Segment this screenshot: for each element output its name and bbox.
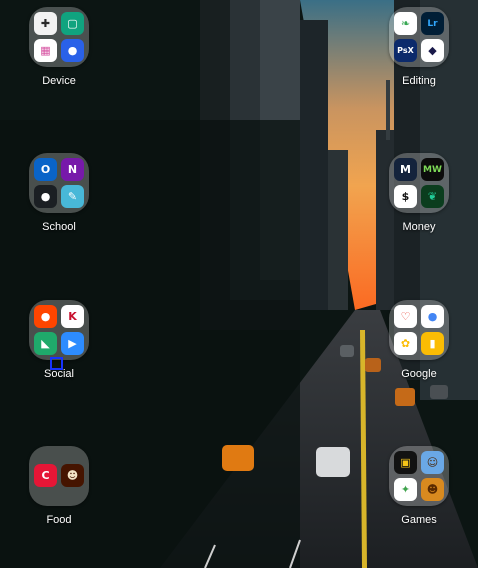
folder-food-icon[interactable]: C ☻ [29,446,89,506]
outlook-icon[interactable]: O [34,158,57,181]
folder-school[interactable]: O N ● ✎ School [29,153,89,233]
folder-label: Games [401,514,437,526]
device-care-icon[interactable]: ✚ [34,12,57,35]
google-fit-icon[interactable]: ♡ [394,305,417,328]
photoshop-express-icon[interactable]: PsX [394,39,417,62]
snapseed-icon[interactable]: ❧ [394,12,417,35]
folder-label: Food [46,514,72,526]
folder-label: Device [42,75,76,87]
onenote-icon[interactable]: N [61,158,84,181]
monzo-icon[interactable]: M [394,158,417,181]
google-assistant-icon[interactable]: ● [421,305,444,328]
lightroom-icon[interactable]: Lr [421,12,444,35]
github-icon[interactable]: ● [34,185,57,208]
folder-google-icon[interactable]: ♡ ● ✿ ▮ [389,300,449,360]
pencil-app-icon[interactable]: ✎ [61,185,84,208]
google-photos-icon[interactable]: ✿ [394,332,417,355]
robinhood-icon[interactable]: ❦ [421,185,444,208]
folder-label: School [42,221,76,233]
folder-label: Editing [402,75,436,87]
folder-food[interactable]: C ☻ Food [29,446,89,526]
folder-social[interactable]: ● K ◣ ▶ Social [29,300,89,380]
chick-fil-a-icon[interactable]: C [34,464,57,487]
folder-social-icon[interactable]: ● K ◣ ▶ [29,300,89,360]
zoom-icon[interactable]: ▶ [61,332,84,355]
reddit-icon[interactable]: ● [34,305,57,328]
social-app-icon[interactable]: ◣ [34,332,57,355]
phone-screen-icon[interactable]: ▢ [61,12,84,35]
chipotle-icon[interactable]: ☻ [61,464,84,487]
zelle-icon[interactable]: $ [394,185,417,208]
folder-label: Money [402,221,436,233]
grid-app-icon[interactable]: ▦ [34,39,57,62]
folder-google[interactable]: ♡ ● ✿ ▮ Google [389,300,449,380]
folder-editing-icon[interactable]: ❧ Lr PsX ◆ [389,7,449,67]
folder-money-icon[interactable]: M MW $ ❦ [389,153,449,213]
folder-money[interactable]: M MW $ ❦ Money [389,153,449,233]
folder-device-icon[interactable]: ✚ ▢ ▦ ● [29,7,89,67]
kik-icon[interactable]: K [61,305,84,328]
puzzle-game-icon[interactable]: ▣ [394,451,417,474]
folder-games[interactable]: ▣ ☺ ✦ ☻ Games [389,446,449,526]
folder-editing[interactable]: ❧ Lr PsX ◆ Editing [389,7,449,87]
gallery-editor-icon[interactable]: ◆ [421,39,444,62]
character-game-icon[interactable]: ☺ [421,451,444,474]
bixby-icon[interactable]: ● [61,39,84,62]
arcade-game-icon[interactable]: ✦ [394,478,417,501]
money-wallet-icon[interactable]: MW [421,158,444,181]
folder-games-icon[interactable]: ▣ ☺ ✦ ☻ [389,446,449,506]
folder-device[interactable]: ✚ ▢ ▦ ● Device [29,7,89,87]
folder-school-icon[interactable]: O N ● ✎ [29,153,89,213]
selection-cursor [50,357,63,370]
google-keep-icon[interactable]: ▮ [421,332,444,355]
clash-game-icon[interactable]: ☻ [421,478,444,501]
folder-label: Google [401,368,437,380]
